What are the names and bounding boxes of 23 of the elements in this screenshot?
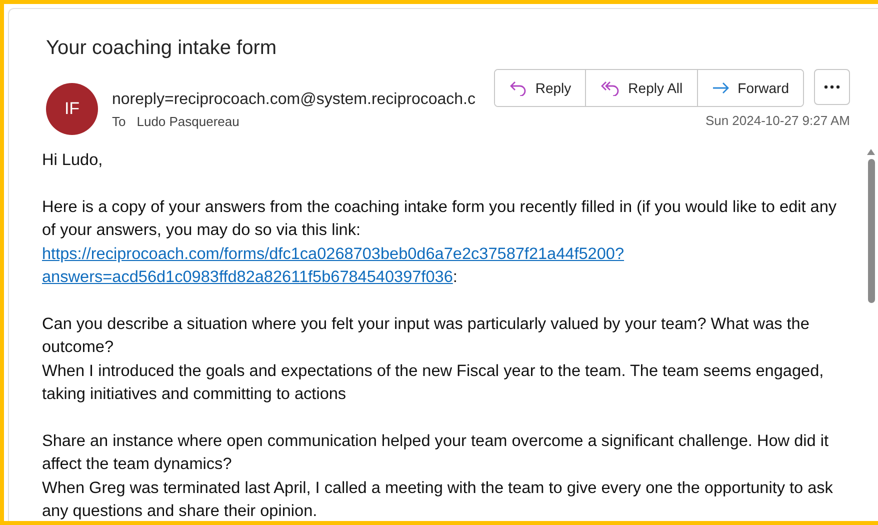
reply-icon bbox=[509, 80, 528, 96]
scroll-thumb[interactable] bbox=[868, 159, 874, 303]
sent-date: Sun 2024-10-27 9:27 AM bbox=[705, 113, 850, 128]
greeting-text: Hi Ludo, bbox=[42, 150, 104, 171]
form-link[interactable]: answers=acd56d1c0983ffd82a82611f5b6784540397f036 bbox=[42, 268, 453, 286]
intro-text: Here is a copy of your answers from the coaching intake form you recently filled in (if you would like to edit any of your answers, you may do so via this link: bbox=[42, 196, 838, 241]
sender-address: noreply=reciprocoach.com@system.reciprocoach.c bbox=[112, 91, 476, 109]
sender-avatar: IF bbox=[46, 83, 98, 135]
more-button[interactable] bbox=[814, 69, 850, 105]
answer-text: When Greg was terminated last April, I called a meeting with the team to give every one the opportunity to ask any questions and share their opinion. bbox=[42, 478, 834, 521]
email-subject: Your coaching intake form bbox=[45, 36, 278, 61]
forward-button[interactable]: Forward bbox=[696, 70, 803, 106]
reply-all-icon bbox=[600, 80, 620, 96]
colon-text: : bbox=[452, 268, 458, 286]
answer-text: When I introduced the goals and expectations of the new Fiscal year to the team. The team seems engaged, taking initiatives and committing to actions bbox=[42, 360, 825, 405]
question-text: Can you describe a situation where you felt your input was particularly valued by your team? What was the outcome? bbox=[42, 314, 810, 358]
more-icon bbox=[824, 85, 840, 89]
question-text: Share an instance where open communication helped your team overcome a significant challenge. How did it affect the team dynamics? bbox=[42, 430, 830, 475]
scroll-up-icon[interactable] bbox=[867, 149, 875, 155]
to-label: To bbox=[112, 114, 126, 129]
form-link[interactable]: https://reciprocoach.com/forms/dfc1ca0268703beb0d6a7e2c37587f21a44f5200? bbox=[42, 244, 624, 262]
recipient-name: Ludo Pasquereau bbox=[136, 114, 240, 129]
forward-icon bbox=[712, 81, 730, 95]
